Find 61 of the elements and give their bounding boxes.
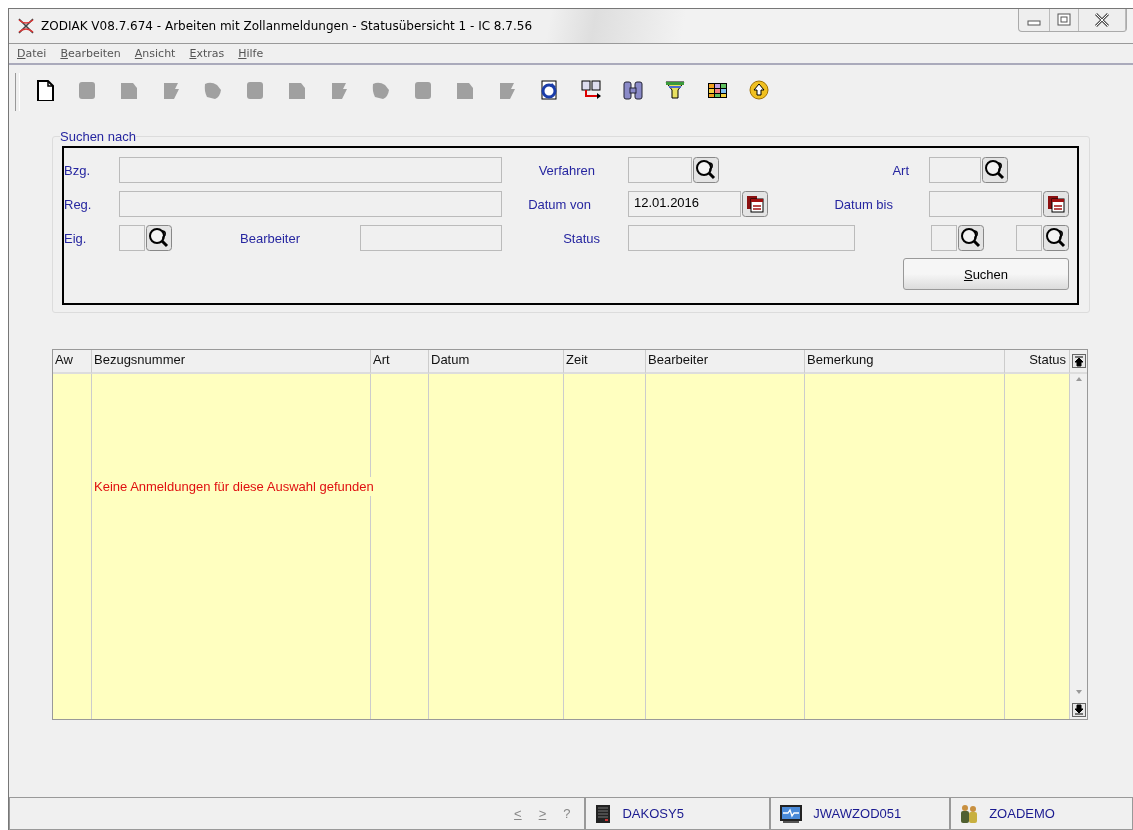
column-header[interactable]: Bearbeiter (646, 350, 805, 374)
new-document-icon[interactable] (34, 79, 56, 101)
field-label: Art (891, 162, 909, 178)
menu-item[interactable]: Datei (17, 47, 47, 60)
scroll-top-icon[interactable] (1071, 354, 1086, 368)
field-label: Eig. (64, 230, 88, 246)
users-icon (959, 803, 980, 824)
calendar-button-icon[interactable] (1043, 191, 1069, 217)
column-header[interactable]: Status (1005, 350, 1070, 374)
column-header[interactable]: Datum (429, 350, 564, 374)
scroll-down-icon[interactable] (1074, 689, 1083, 695)
transfer-icon[interactable] (580, 79, 602, 101)
field-label: Status (562, 230, 600, 246)
menu-item[interactable]: Bearbeiten (60, 47, 121, 60)
field-label: Reg. (64, 196, 93, 212)
scroll-bottom-icon[interactable] (1071, 703, 1086, 717)
scroll-up-icon[interactable] (1074, 376, 1083, 382)
lookup-button-icon[interactable] (693, 157, 719, 183)
lookup-button-icon[interactable] (146, 225, 172, 251)
input-field[interactable] (360, 225, 502, 251)
status-label: ZOADEMO (989, 806, 1055, 821)
date-field[interactable]: 12.01.2016 (628, 191, 741, 217)
window-title: ZODIAK V08.7.674 - Arbeiten mit Zollanmeldungen - Statusübersicht 1 - IC 8.7.56 (41, 19, 533, 33)
menu-item[interactable]: Hilfe (238, 47, 264, 60)
binoculars-icon[interactable] (622, 79, 644, 101)
input-field[interactable] (628, 157, 692, 183)
field-label: Bzg. (64, 162, 91, 178)
group-title: Suchen nach (60, 129, 136, 144)
refresh-icon[interactable] (538, 79, 560, 101)
field-label: Bearbeiter (240, 230, 301, 246)
upload-icon[interactable] (748, 79, 770, 101)
column-header[interactable]: Bezugsnummer (92, 350, 371, 374)
input-field[interactable] (119, 191, 502, 217)
column-header[interactable]: Bemerkung (805, 350, 1005, 374)
filter-icon[interactable] (664, 79, 686, 101)
input-field[interactable] (119, 157, 502, 183)
input-field[interactable] (119, 225, 145, 251)
status-label: JWAWZOD051 (813, 806, 902, 821)
column-header[interactable]: Art (371, 350, 429, 374)
field-label: Datum von (527, 196, 591, 212)
lookup-button-icon[interactable] (982, 157, 1008, 183)
monitor-icon (779, 803, 804, 824)
input-field[interactable] (628, 225, 855, 251)
menu-item[interactable]: Extras (189, 47, 225, 60)
date-field[interactable] (929, 191, 1042, 217)
column-header[interactable]: Aw (53, 350, 92, 374)
input-field[interactable] (931, 225, 957, 251)
column-header[interactable]: Zeit (564, 350, 646, 374)
menu-item[interactable]: Ansicht (134, 47, 176, 60)
field-label: Datum bis (833, 196, 893, 212)
input-field[interactable] (1016, 225, 1042, 251)
search-button[interactable]: Suchen (903, 258, 1069, 290)
lookup-button-icon[interactable] (1043, 225, 1069, 251)
empty-message: Keine Anmeldungen für diese Auswahl gefunden (93, 477, 375, 496)
app-logo-icon (17, 17, 35, 35)
lookup-button-icon[interactable] (958, 225, 984, 251)
server-icon (594, 803, 613, 824)
calendar-button-icon[interactable] (742, 191, 768, 217)
field-label: Verfahren (537, 162, 595, 178)
input-field[interactable] (929, 157, 981, 183)
status-label: DAKOSY5 (622, 806, 684, 821)
